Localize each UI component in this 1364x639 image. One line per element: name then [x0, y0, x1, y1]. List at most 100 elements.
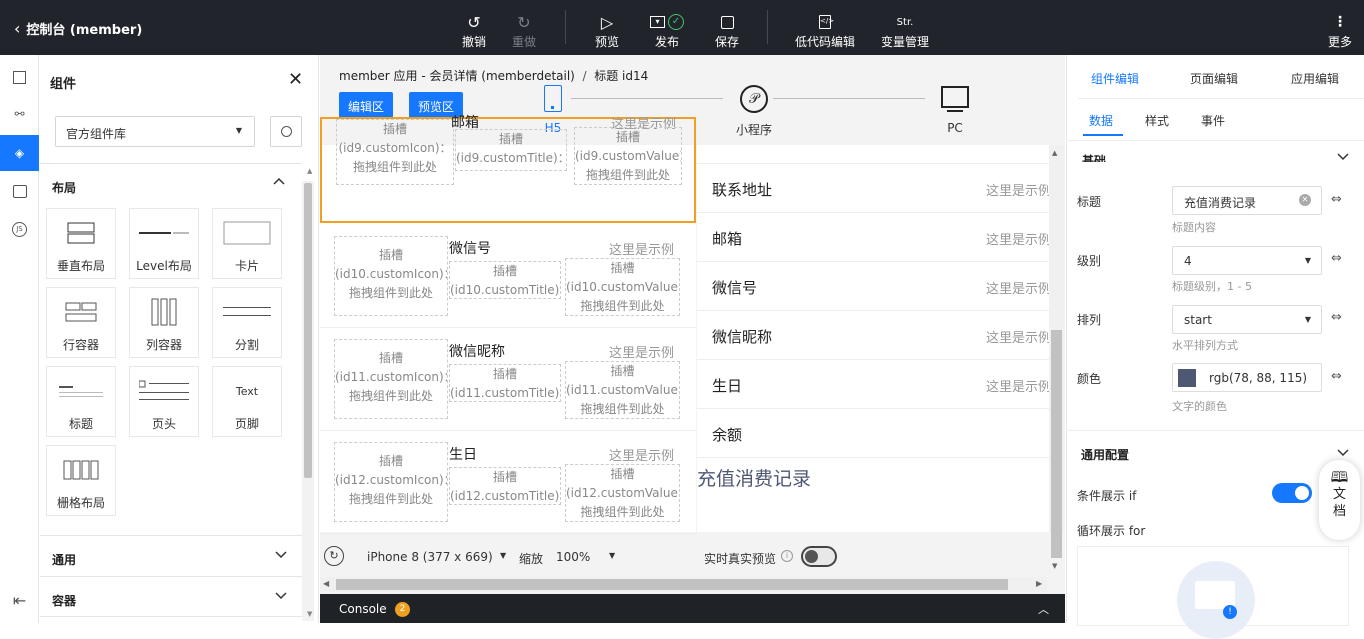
link-icon[interactable]: ⇔ — [1331, 251, 1342, 266]
info-icon[interactable]: i — [781, 550, 793, 562]
components-icon[interactable]: ◈ — [0, 135, 39, 171]
slot-custom-icon[interactable]: 插槽 (id11.customIcon)： 拖拽组件到此处 — [334, 339, 448, 419]
scroll-down-icon[interactable]: ▼ — [1052, 562, 1057, 570]
slot-custom-value[interactable]: 插槽 (id9.customValue)： 拖拽组件到此处 — [574, 127, 682, 185]
color-swatch[interactable] — [1178, 369, 1196, 387]
scrollbar-thumb[interactable] — [336, 579, 1008, 590]
edit-area-button[interactable]: 编辑区 — [339, 92, 394, 118]
variable-manager-button[interactable]: Str. 变量管理 — [879, 6, 931, 50]
preview-row[interactable]: 联系地址 — [697, 115, 1049, 164]
tile-level-layout[interactable]: Level布局 — [129, 208, 199, 279]
javascript-icon[interactable]: JS — [0, 211, 39, 247]
slot-custom-value[interactable]: 插槽 (id11.customValue)： 拖拽组件到此处 — [565, 361, 680, 419]
preview-row[interactable]: 微信号 这里是示例 — [697, 262, 1051, 311]
tile-card[interactable]: 卡片 — [212, 208, 282, 279]
section-basic[interactable]: 基础 — [1082, 152, 1106, 162]
refresh-icon[interactable]: ↻ — [324, 546, 344, 566]
scroll-down-icon[interactable]: ▼ — [307, 610, 312, 618]
tab-events[interactable]: 事件 — [1201, 112, 1225, 129]
clear-icon[interactable]: ✕ — [1299, 194, 1311, 206]
close-icon[interactable]: ✕ — [288, 69, 303, 90]
link-icon[interactable]: ⇔ — [1331, 369, 1342, 384]
chevron-up-icon[interactable]: ︿ — [1038, 601, 1049, 617]
scroll-left-icon[interactable]: ◀ — [323, 579, 329, 588]
tile-page-header[interactable]: 页头 — [129, 366, 199, 437]
collapse-icon[interactable]: ⇤ — [0, 582, 39, 618]
preview-button[interactable]: ▷ 预览 — [591, 6, 623, 50]
assets-icon[interactable] — [0, 173, 39, 209]
tab-style[interactable]: 样式 — [1145, 112, 1169, 129]
preview-row[interactable]: 生日 这里是示例 — [697, 360, 1051, 409]
logic-flow-icon[interactable]: ⚯ — [0, 96, 39, 132]
realtime-preview-toggle[interactable] — [801, 546, 837, 567]
caret-down-icon[interactable]: ▼ — [500, 551, 506, 560]
link-icon[interactable]: ⇔ — [1331, 192, 1342, 207]
tile-divider[interactable]: 分割 — [212, 287, 282, 358]
preview-row[interactable]: 联系地址 这里是示例 — [697, 164, 1051, 213]
scroll-up-icon[interactable]: ▲ — [307, 167, 312, 175]
device-select[interactable]: iPhone 8 (377 x 669) — [367, 550, 493, 564]
slot-custom-value[interactable]: 插槽 (id10.customValue)： 拖拽组件到此处 — [565, 258, 680, 316]
scrollbar-thumb[interactable] — [1051, 330, 1062, 558]
slot-custom-icon[interactable]: 插槽 (id10.customIcon)： 拖拽组件到此处 — [334, 236, 448, 316]
level-select[interactable]: 4 ▼ — [1172, 246, 1322, 275]
scroll-up-icon[interactable]: ▲ — [1052, 149, 1057, 157]
color-input[interactable]: rgb(78, 88, 115) — [1172, 363, 1322, 392]
tile-column-container[interactable]: 列容器 — [129, 287, 199, 358]
scroll-right-icon[interactable]: ▶ — [1036, 579, 1042, 588]
tile-page-footer[interactable]: Text 页脚 — [212, 366, 282, 437]
section-general-config[interactable]: 通用配置 — [1081, 446, 1129, 463]
slot-custom-value[interactable]: 插槽 (id12.customValue)： 拖拽组件到此处 — [565, 464, 680, 522]
zoom-select[interactable]: 100% — [556, 550, 590, 564]
scrollbar-thumb[interactable] — [304, 183, 312, 478]
list-item-selected[interactable]: 插槽 (id9.customIcon)：拖拽组件到此处 邮箱 插槽(id9.cu… — [320, 115, 696, 223]
save-button[interactable]: 保存 — [711, 6, 743, 50]
list-item[interactable]: 插槽 (id11.customIcon)： 拖拽组件到此处 微信昵称 插槽(id… — [320, 328, 696, 431]
chevron-down-icon[interactable] — [1336, 446, 1350, 460]
slot-custom-icon[interactable]: 插槽 (id9.customIcon)：拖拽组件到此处 — [336, 119, 454, 185]
slot-custom-title[interactable]: 插槽(id10.customTitle)：拖拽组件到此处 — [449, 261, 561, 299]
tab-app-edit[interactable]: 应用编辑 — [1291, 70, 1339, 87]
tab-page-edit[interactable]: 页面编辑 — [1190, 70, 1238, 87]
heading-text[interactable]: 充值消费记录 — [697, 464, 811, 491]
tab-data[interactable]: 数据 — [1089, 112, 1113, 129]
title-input[interactable]: 充值消费记录 ✕ — [1172, 186, 1322, 215]
chevron-up-icon[interactable] — [272, 175, 286, 189]
console-bar[interactable]: Console 2 ︿ — [320, 594, 1065, 623]
pages-icon[interactable] — [0, 59, 39, 95]
align-select[interactable]: start ▼ — [1172, 305, 1322, 334]
preview-row[interactable]: 余额 — [697, 409, 1049, 458]
caret-down-icon[interactable]: ▼ — [609, 551, 615, 560]
slot-custom-title[interactable]: 插槽(id11.customTitle)：拖拽组件到此处 — [449, 364, 561, 402]
docs-button[interactable]: 🕮 文 档 — [1319, 460, 1360, 540]
more-button[interactable]: ⋮ 更多 — [1324, 6, 1356, 50]
section-container[interactable]: 容器 — [40, 576, 302, 616]
tile-grid-layout[interactable]: 栅格布局 — [46, 445, 116, 516]
tile-title[interactable]: 标题 — [46, 366, 116, 437]
slot-custom-icon[interactable]: 插槽 (id12.customIcon)： 拖拽组件到此处 — [334, 442, 448, 522]
lowcode-edit-button[interactable]: </> 低代码编辑 — [793, 6, 857, 50]
search-button[interactable] — [270, 116, 302, 147]
desktop-icon[interactable] — [941, 86, 969, 112]
publish-button[interactable]: ▾ ✓ 发布 — [646, 6, 688, 50]
condition-toggle[interactable] — [1272, 483, 1312, 503]
tile-row-container[interactable]: 行容器 — [46, 287, 116, 358]
tile-vertical-layout[interactable]: 垂直布局 — [46, 208, 116, 279]
library-select[interactable]: 官方组件库 ▼ — [55, 116, 255, 147]
link-icon[interactable]: ⇔ — [1331, 310, 1342, 325]
mini-program-icon[interactable]: 𝒫 — [740, 85, 768, 113]
section-general[interactable]: 通用 — [40, 535, 302, 575]
breadcrumb-app[interactable]: member 应用 - 会员详情 (memberdetail) — [339, 69, 575, 83]
redo-button[interactable]: ↻ 重做 — [508, 6, 540, 50]
slot-custom-title[interactable]: 插槽(id12.customTitle)：拖拽组件到此处 — [449, 467, 561, 505]
undo-button[interactable]: ↺ 撤销 — [458, 6, 490, 50]
preview-row[interactable]: 微信昵称 这里是示例 — [697, 311, 1051, 360]
list-item[interactable]: 插槽 (id12.customIcon)： 拖拽组件到此处 生日 插槽(id12… — [320, 431, 696, 534]
tab-component-edit[interactable]: 组件编辑 — [1091, 70, 1139, 87]
slot-custom-title[interactable]: 插槽(id9.customTitle)：拖拽组件到此处 — [455, 129, 567, 171]
list-item[interactable]: 插槽 (id10.customIcon)： 拖拽组件到此处 微信号 插槽(id1… — [320, 225, 696, 328]
preview-row[interactable]: 邮箱 这里是示例 — [697, 213, 1051, 262]
chevron-down-icon[interactable] — [1336, 150, 1350, 164]
mobile-device-icon[interactable] — [544, 85, 562, 112]
back-button[interactable]: ‹ 控制台 (member) — [14, 14, 142, 42]
